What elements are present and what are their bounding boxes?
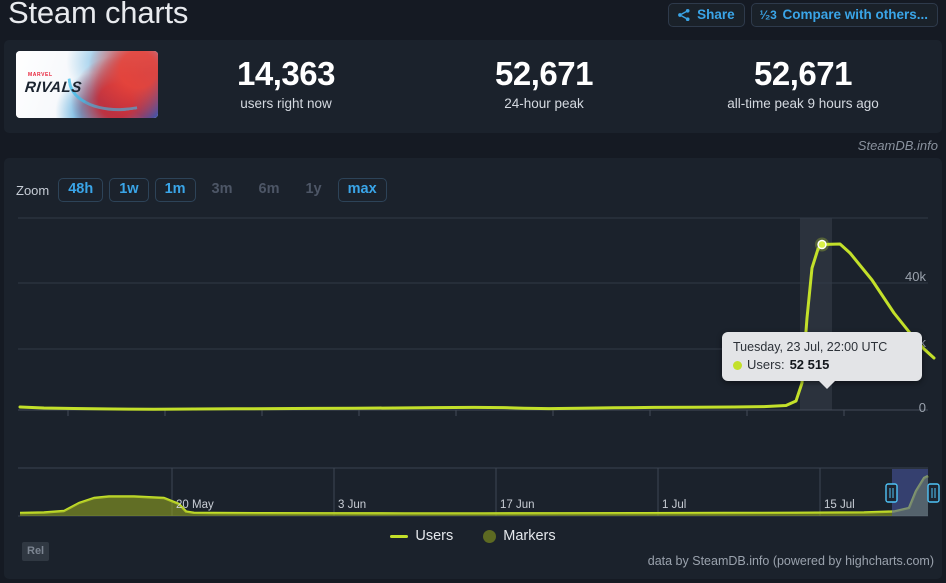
- legend-users-label: Users: [415, 528, 454, 544]
- steamdb-watermark: SteamDB.info: [857, 138, 938, 153]
- navigator-handle-right[interactable]: [927, 483, 940, 503]
- tooltip-series-value: 52 515: [789, 357, 830, 372]
- share-button[interactable]: Share: [668, 3, 745, 27]
- legend-markers-dot-icon: [483, 529, 497, 543]
- steamdb-charts-page: Steam charts Share ¹⁄₂3 Compare with oth…: [0, 0, 946, 583]
- stat-value: 52,671: [495, 55, 593, 92]
- y-axis-label-40k: 40k: [905, 269, 926, 284]
- game-brand-label: MARVEL: [28, 72, 53, 78]
- legend-item-users[interactable]: Users: [390, 528, 453, 544]
- y-axis-label-0: 0: [918, 400, 926, 415]
- game-title-label: RIVALS: [24, 79, 83, 96]
- tooltip-arrow: [818, 380, 836, 389]
- navigator-label-17-jun: 17 Jun: [500, 499, 535, 511]
- share-network-icon: [677, 8, 691, 22]
- stat-label: 24-hour peak: [504, 96, 584, 111]
- stat-label: all-time peak 9 hours ago: [727, 96, 879, 111]
- chart-legend: Users Markers: [4, 528, 942, 544]
- tooltip-series-dot-icon: [733, 360, 742, 370]
- legend-item-markers[interactable]: Markers: [483, 528, 556, 544]
- page-title: Steam charts: [8, 0, 189, 30]
- stat-label: users right now: [240, 96, 332, 111]
- stat-value: 14,363: [237, 55, 335, 92]
- tooltip-series-row: Users: 52 515: [733, 357, 912, 373]
- stat-24-hour-peak: 52,671 24-hour peak: [434, 54, 654, 111]
- legend-markers-label: Markers: [503, 528, 556, 544]
- navigator-label-15-jul: 15 Jul: [824, 499, 855, 511]
- page-header: Steam charts Share ¹⁄₂3 Compare with oth…: [0, 0, 946, 36]
- chart-credit: data by SteamDB.info (powered by highcha…: [647, 554, 934, 568]
- stat-value: 52,671: [754, 55, 852, 92]
- stat-users-right-now: 14,363 users right now: [174, 54, 398, 111]
- compare-button-label: Compare with others...: [782, 7, 928, 22]
- release-marker-flag[interactable]: Rel: [22, 542, 50, 561]
- navigator-svg[interactable]: [4, 466, 942, 518]
- share-button-label: Share: [697, 7, 735, 22]
- stat-all-time-peak: 52,671 all-time peak 9 hours ago: [674, 54, 932, 111]
- users-line-chart[interactable]: [4, 158, 942, 428]
- navigator-handle-left[interactable]: [885, 483, 898, 503]
- chart-panel: Zoom 48h 1w 1m 3m 6m 1y max 40k 0 Rel Tu…: [4, 158, 942, 579]
- navigator-label-20-may: 20 May: [176, 499, 214, 511]
- tooltip-date: Tuesday, 23 Jul, 22:00 UTC: [733, 340, 888, 354]
- game-thumbnail[interactable]: MARVEL RIVALS: [16, 51, 158, 118]
- compare-with-others-button[interactable]: ¹⁄₂3 Compare with others...: [750, 3, 938, 27]
- legend-users-line-icon: [390, 534, 409, 538]
- chart-tooltip: Tuesday, 23 Jul, 22:00 UTC Users: 52 515: [722, 332, 922, 389]
- navigator-series-fill: [20, 476, 928, 516]
- chart-navigator[interactable]: 20 May 3 Jun 17 Jun 1 Jul 15 Jul: [4, 466, 942, 518]
- hover-point-marker: [817, 239, 827, 250]
- header-actions: Share ¹⁄₂3 Compare with others...: [668, 3, 938, 27]
- users-series-line: [18, 242, 936, 411]
- tooltip-series-label: Users:: [747, 357, 785, 372]
- x-tick-marks: [67, 410, 845, 416]
- compare-fraction-icon: ¹⁄₂3: [759, 7, 777, 22]
- summary-card: MARVEL RIVALS 14,363 users right now 52,…: [4, 40, 942, 133]
- navigator-label-1-jul: 1 Jul: [662, 499, 687, 511]
- navigator-label-3-jun: 3 Jun: [338, 499, 367, 511]
- game-logo: MARVEL RIVALS: [24, 72, 83, 96]
